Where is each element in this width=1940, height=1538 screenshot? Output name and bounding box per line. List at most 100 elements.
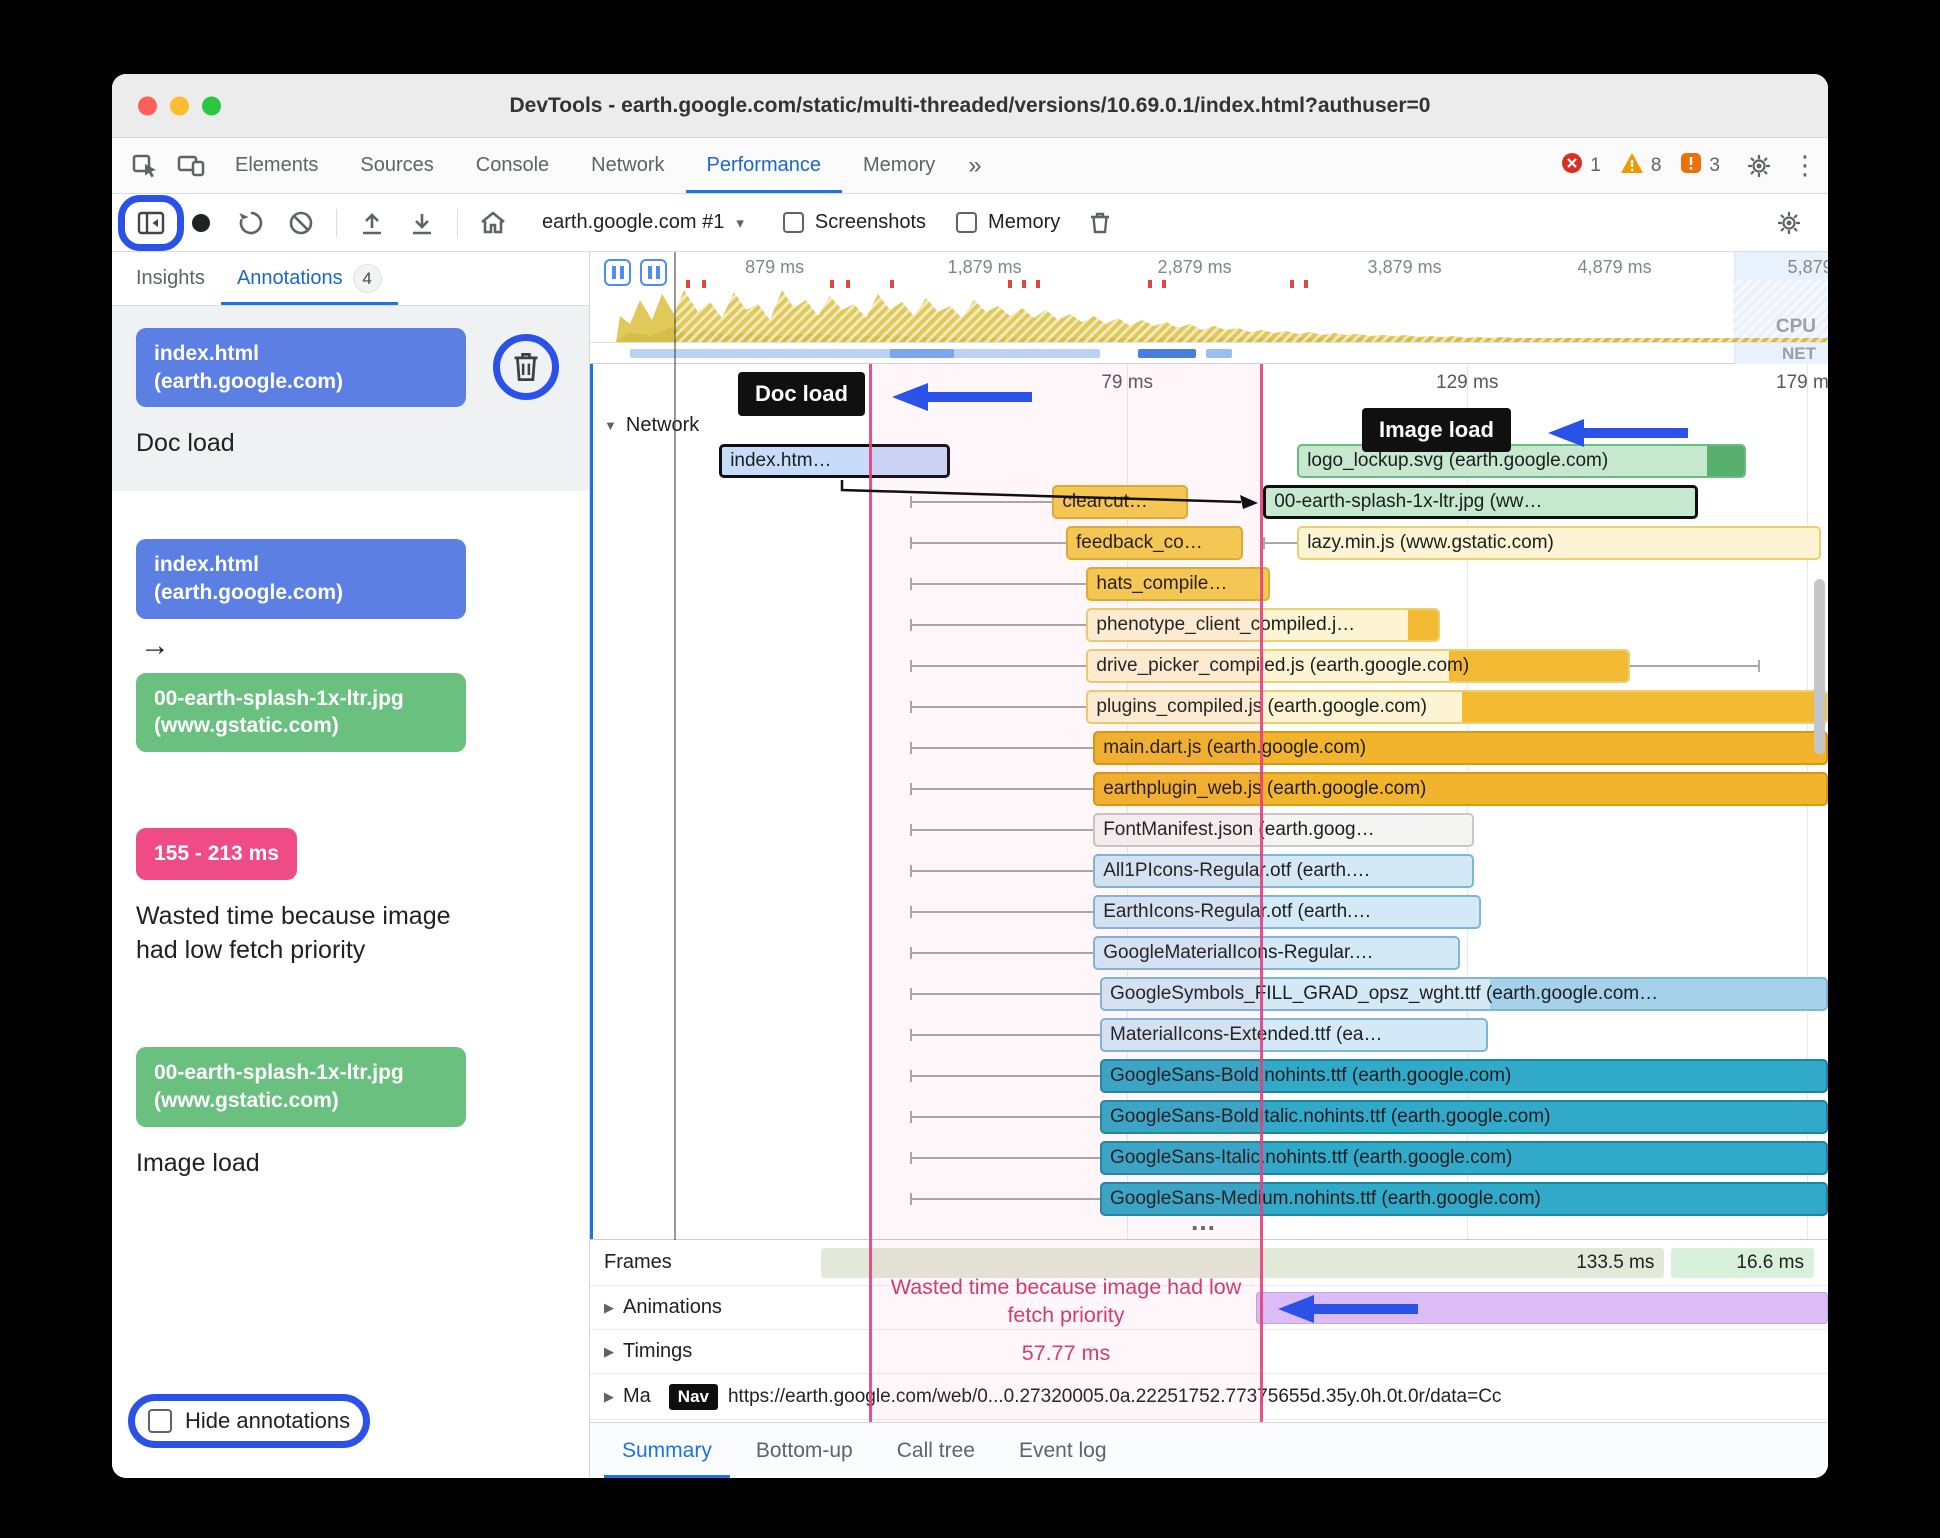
network-request-bar[interactable]: All1PIcons-Regular.otf (earth.… xyxy=(1093,854,1474,888)
toggle-sidebar-button[interactable] xyxy=(118,194,184,251)
annotation-label[interactable]: Image load xyxy=(136,1147,476,1181)
customize-menu-icon[interactable]: ⋮ xyxy=(1782,138,1828,193)
network-request-bar[interactable]: index.htm… xyxy=(719,444,951,478)
collapse-triangle-icon[interactable]: ▼ xyxy=(604,418,617,433)
request-label: logo_lockup.svg (earth.google.com) xyxy=(1307,450,1609,471)
network-request-bar[interactable]: phenotype_client_compiled.j… xyxy=(1086,608,1440,642)
annotation-label[interactable]: Wasted time because image had low fetch … xyxy=(136,900,476,968)
annotation-chip-splash-image[interactable]: 00-earth-splash-1x-ltr.jpg (www.gstatic.… xyxy=(136,1047,466,1127)
network-request-bar[interactable]: GoogleSans-BoldItalic.nohints.ttf (earth… xyxy=(1100,1100,1828,1134)
expand-triangle-icon[interactable]: ▶ xyxy=(604,1344,614,1360)
network-request-bar[interactable]: GoogleSans-Italic.nohints.ttf (earth.goo… xyxy=(1100,1141,1828,1175)
memory-checkbox[interactable]: Memory xyxy=(956,211,1060,234)
pause-button[interactable] xyxy=(604,259,631,286)
timeline-overview[interactable]: 879 ms 1,879 ms 2,879 ms 3,879 ms 4,879 ms 5,… xyxy=(590,252,1828,364)
network-request-bar[interactable]: hats_compile… xyxy=(1086,567,1270,601)
network-request-bar[interactable]: GoogleSans-Bold.nohints.ttf (earth.googl… xyxy=(1100,1059,1828,1093)
device-toolbar-icon[interactable] xyxy=(168,138,214,193)
doc-load-annotation-chip[interactable]: Doc load xyxy=(738,372,865,416)
tab-bottom-up[interactable]: Bottom-up xyxy=(738,1423,871,1478)
history-select[interactable]: earth.google.com #1 ▾ xyxy=(528,211,758,234)
network-request-bar[interactable]: plugins_compiled.js (earth.google.com) xyxy=(1086,690,1828,724)
net-activity-bar xyxy=(1138,349,1196,358)
zoom-window-button[interactable] xyxy=(202,96,221,115)
request-label: EarthIcons-Regular.otf (earth.… xyxy=(1103,901,1372,922)
show-more-indicator[interactable]: … xyxy=(1190,1206,1219,1237)
network-request-bar[interactable]: drive_picker_compiled.js (earth.google.c… xyxy=(1086,649,1631,683)
net-activity-bar xyxy=(1206,349,1232,358)
tab-event-log[interactable]: Event log xyxy=(1001,1423,1125,1478)
frames-duration-bar[interactable]: 133.5 ms xyxy=(821,1248,1665,1278)
annotation-chip-index-html[interactable]: index.html (earth.google.com) xyxy=(136,328,466,408)
delete-annotation-button[interactable] xyxy=(511,351,541,383)
sidebar-tabs: Insights Annotations 4 xyxy=(112,252,589,306)
live-metrics-home-button[interactable] xyxy=(470,201,516,245)
annotation-entry-link[interactable]: index.html (earth.google.com) → 00-earth… xyxy=(112,517,589,760)
tab-annotations[interactable]: Annotations 4 xyxy=(221,252,398,305)
more-tabs-button[interactable]: » xyxy=(956,138,993,193)
annotation-entry-timerange[interactable]: 155 - 213 ms Wasted time because image h… xyxy=(112,806,589,975)
expand-triangle-icon[interactable]: ▶ xyxy=(604,1389,614,1405)
annotation-chip-splash-image[interactable]: 00-earth-splash-1x-ltr.jpg (www.gstatic.… xyxy=(136,672,466,753)
tab-sources[interactable]: Sources xyxy=(339,138,454,193)
network-request-bar[interactable]: FontManifest.json (earth.goog… xyxy=(1093,813,1474,847)
pause-button[interactable] xyxy=(640,259,667,286)
annotation-entry-image-load[interactable]: 00-earth-splash-1x-ltr.jpg (www.gstatic.… xyxy=(112,1025,589,1188)
doc-load-pointer-arrow xyxy=(892,383,1032,411)
network-request-bar[interactable]: GoogleMaterialIcons-Regular.… xyxy=(1093,936,1461,970)
close-window-button[interactable] xyxy=(138,96,157,115)
overview-ruler-label: 879 ms xyxy=(745,257,805,277)
clear-button[interactable] xyxy=(278,201,324,245)
annotation-chip-index-html[interactable]: index.html (earth.google.com) xyxy=(136,539,466,619)
tab-insights[interactable]: Insights xyxy=(120,252,221,305)
network-request-bar[interactable]: EarthIcons-Regular.otf (earth.… xyxy=(1093,895,1481,929)
collect-garbage-button[interactable] xyxy=(1077,201,1123,245)
annotation-label[interactable]: Doc load xyxy=(136,427,476,461)
tab-memory[interactable]: Memory xyxy=(842,138,956,193)
cpu-overview-chart[interactable]: CPU xyxy=(590,280,1828,342)
timings-track-label: Timings xyxy=(623,1340,693,1362)
annotation-chip-time-range[interactable]: 155 - 213 ms xyxy=(136,828,297,880)
timings-track[interactable]: ▶ Timings xyxy=(590,1330,1828,1374)
errors-icon[interactable] xyxy=(1561,152,1583,179)
settings-gear-icon[interactable] xyxy=(1736,138,1782,193)
network-request-bar[interactable]: feedback_co… xyxy=(1066,526,1243,560)
annotation-entry-doc-load[interactable]: index.html (earth.google.com) Doc load xyxy=(112,306,589,492)
network-track-header[interactable]: ▼ Network xyxy=(604,414,699,437)
warnings-icon[interactable] xyxy=(1620,152,1644,179)
frames-duration-bar[interactable]: 16.6 ms xyxy=(1671,1248,1814,1278)
network-request-bar[interactable]: clearcut… xyxy=(1052,485,1189,519)
nav-timing-marker[interactable]: Nav xyxy=(668,1383,718,1410)
network-request-bar[interactable]: earthplugin_web.js (earth.google.com) xyxy=(1093,772,1828,806)
issues-icon[interactable] xyxy=(1680,152,1702,179)
cpu-track-label: CPU xyxy=(1775,316,1816,337)
tab-summary[interactable]: Summary xyxy=(604,1423,730,1478)
vertical-scrollbar-thumb[interactable] xyxy=(1814,579,1825,754)
hide-annotations-checkbox[interactable]: Hide annotations xyxy=(148,1408,350,1434)
tab-network[interactable]: Network xyxy=(570,138,685,193)
load-profile-button[interactable] xyxy=(349,201,395,245)
reload-and-record-button[interactable] xyxy=(228,201,274,245)
network-request-bar[interactable]: lazy.min.js (www.gstatic.com) xyxy=(1297,526,1821,560)
network-request-bar[interactable]: MaterialIcons-Extended.ttf (ea… xyxy=(1100,1018,1488,1052)
expand-triangle-icon[interactable]: ▶ xyxy=(604,1300,614,1316)
tab-performance[interactable]: Performance xyxy=(686,138,843,193)
network-waterfall[interactable]: ▼ Network … 79 ms 129 ms 179 ms index.htm… l… xyxy=(590,364,1828,1240)
tab-call-tree[interactable]: Call tree xyxy=(879,1423,993,1478)
screenshots-checkbox[interactable]: Screenshots xyxy=(782,211,926,234)
network-request-bar[interactable]: GoogleSymbols_FILL_GRAD_opsz_wght.ttf (e… xyxy=(1100,977,1828,1011)
capture-settings-gear-icon[interactable] xyxy=(1766,201,1812,245)
main-thread-track[interactable]: ▶ Ma Nav https://earth.google.com/web/0.… xyxy=(590,1374,1828,1420)
overview-ruler-label: 2,879 ms xyxy=(1157,257,1232,277)
image-load-annotation-chip[interactable]: Image load xyxy=(1362,408,1511,452)
tab-elements[interactable]: Elements xyxy=(214,138,339,193)
save-profile-button[interactable] xyxy=(399,201,445,245)
frames-track[interactable]: Frames 133.5 ms 16.6 ms xyxy=(590,1240,1828,1286)
network-request-bar[interactable]: main.dart.js (earth.google.com) xyxy=(1093,731,1828,765)
inspect-element-icon[interactable] xyxy=(122,138,168,193)
record-button[interactable] xyxy=(178,201,224,245)
animations-track[interactable]: ▶ Animations xyxy=(590,1286,1828,1330)
network-request-bar[interactable]: 00-earth-splash-1x-ltr.jpg (ww… xyxy=(1263,485,1699,519)
minimize-window-button[interactable] xyxy=(170,96,189,115)
tab-console[interactable]: Console xyxy=(455,138,570,193)
